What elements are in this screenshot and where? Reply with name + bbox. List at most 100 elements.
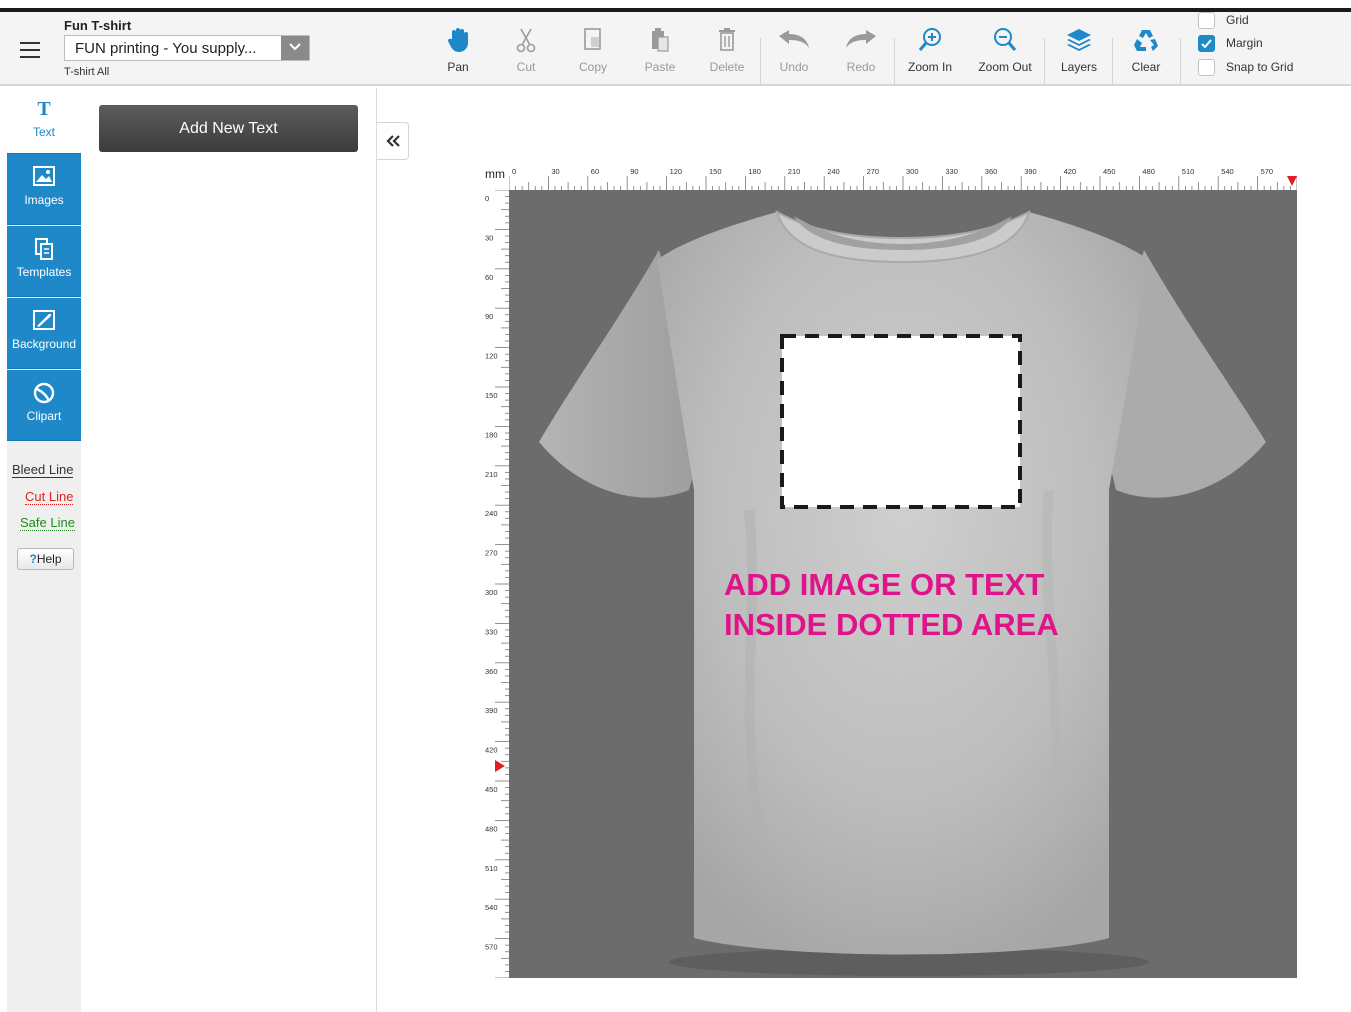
ruler-tick-label: 360 [985,167,998,176]
scissors-icon [496,24,556,56]
ruler-tick-label: 570 [1261,167,1274,176]
print-area-instructions: ADD IMAGE OR TEXT INSIDE DOTTED AREA [724,565,1059,645]
ruler-tick-label: 570 [485,943,498,952]
instruction-line-1: ADD IMAGE OR TEXT [724,567,1045,602]
layers-button[interactable]: Layers [1049,24,1109,86]
check-icon[interactable] [1198,35,1215,52]
bleed-line-legend[interactable]: Bleed Line [12,462,74,478]
ruler-tick-label: 240 [827,167,840,176]
text-panel: Add New Text [81,88,377,1012]
ruler-tick-label: 420 [485,746,498,755]
horizontal-ruler: 0 30 60 90 120 150 180 210 240 270 300 330 360 390 420… [509,162,1297,190]
copy-icon [563,24,623,56]
ruler-tick-label: 450 [1103,167,1116,176]
add-new-text-button[interactable]: Add New Text [99,105,358,152]
templates-icon [7,238,81,260]
ruler-tick-label: 330 [945,167,958,176]
ruler-tick-label: 210 [788,167,801,176]
ruler-tick-label: 240 [485,509,498,518]
product-select-value: FUN printing - You supply... [75,40,257,57]
ruler-tick-label: 510 [1182,167,1195,176]
cut-button[interactable]: Cut [496,24,556,86]
collapse-panel-button[interactable] [377,122,409,160]
delete-button[interactable]: Delete [697,24,757,86]
product-subtitle: T-shirt All [64,66,110,78]
clipart-icon [7,382,81,404]
toolbar-separator [894,38,895,84]
product-title: Fun T-shirt [64,18,132,33]
layers-icon [1049,24,1109,56]
ruler-tick-label: 30 [551,167,559,176]
double-chevron-left-icon [385,135,400,147]
ruler-tick-label: 120 [485,352,498,361]
ruler-tick-label: 480 [485,824,498,833]
ruler-unit-label: mm [485,167,505,181]
tab-templates[interactable]: Templates [7,226,81,297]
clear-button[interactable]: Clear [1116,24,1176,86]
ruler-tick-label: 0 [512,167,516,176]
tab-text[interactable]: T Text [7,88,81,154]
ruler-tick-label: 330 [485,627,498,636]
pan-button[interactable]: Pan [428,24,488,86]
ruler-tick-label: 300 [906,167,919,176]
toolbar: Fun T-shirt FUN printing - You supply...… [0,12,1351,86]
ruler-tick-label: 150 [485,391,498,400]
text-icon: T [7,98,81,120]
paste-icon [630,24,690,56]
ruler-tick-label: 420 [1064,167,1077,176]
ruler-tick-label: 60 [485,273,493,282]
ruler-tick-label: 120 [670,167,683,176]
zoom-in-icon [900,24,960,56]
vertical-ruler: 0 30 60 90 120 150 180 210 240 270 300 330 360 390 420… [482,190,509,978]
tab-images[interactable]: Images [7,154,81,225]
toolbar-separator [1044,38,1045,84]
question-icon: ? [29,552,37,566]
ruler-tick-label: 360 [485,667,498,676]
toolbar-separator [1112,38,1113,84]
ruler-tick-label: 270 [485,549,498,558]
ruler-tick-label: 0 [485,194,489,203]
instruction-line-2: INSIDE DOTTED AREA [724,607,1059,642]
tab-background[interactable]: Background [7,298,81,369]
ruler-tick-label: 390 [1024,167,1037,176]
safe-line-legend[interactable]: Safe Line [20,515,75,531]
ruler-tick-label: 540 [485,903,498,912]
zoom-in-button[interactable]: Zoom In [900,24,960,86]
chevron-down-icon[interactable] [281,36,309,60]
redo-icon [831,24,891,56]
ruler-tick-label: 450 [485,785,498,794]
menu-icon[interactable] [20,42,40,58]
ruler-tick-label: 180 [748,167,761,176]
help-button[interactable]: ?Help [17,548,74,570]
cut-line-legend[interactable]: Cut Line [25,489,74,505]
undo-icon [764,24,824,56]
ruler-tick-label: 60 [591,167,599,176]
ruler-tick-label: 540 [1221,167,1234,176]
copy-button[interactable]: Copy [563,24,623,86]
redo-button[interactable]: Redo [831,24,891,86]
recycle-icon [1116,24,1176,56]
undo-button[interactable]: Undo [764,24,824,86]
zoom-out-icon [975,24,1035,56]
product-select[interactable]: FUN printing - You supply... [64,35,310,61]
image-icon [7,166,81,188]
zoom-out-button[interactable]: Zoom Out [975,24,1035,86]
checkbox-box[interactable] [1198,59,1215,76]
ruler-tick-label: 270 [867,167,880,176]
sidebar: T Text Images Templates Background Clipa… [7,88,81,1012]
ruler-tick-label: 300 [485,588,498,597]
hand-icon [428,24,488,56]
ruler-tick-label: 390 [485,706,498,715]
trash-icon [697,24,757,56]
tab-clipart[interactable]: Clipart [7,370,81,441]
ruler-tick-label: 30 [485,233,493,242]
ruler-tick-label: 510 [485,864,498,873]
ruler-tick-label: 90 [485,312,493,321]
toolbar-separator [760,38,761,84]
background-icon [7,310,81,332]
checkbox-box[interactable] [1198,12,1215,29]
ruler-tick-label: 210 [485,470,498,479]
svg-text:T: T [37,98,51,118]
ruler-tick-label: 480 [1142,167,1155,176]
paste-button[interactable]: Paste [630,24,690,86]
